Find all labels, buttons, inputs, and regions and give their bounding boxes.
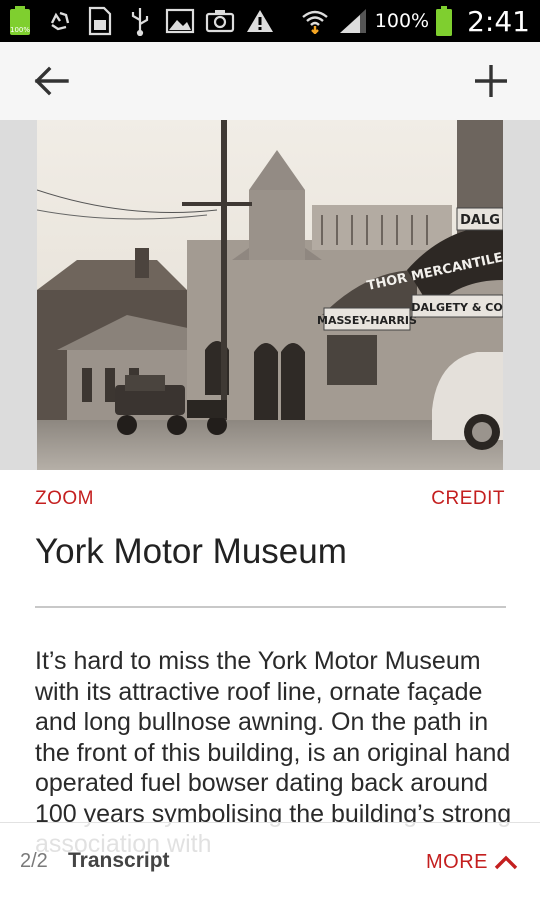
chevron-up-icon: [494, 855, 518, 870]
sign-dalgety: DALGETY & CO: [411, 301, 502, 314]
divider: [35, 606, 506, 608]
battery-icon: [435, 5, 453, 37]
sign-massey-harris: MASSEY-HARRIS: [317, 314, 417, 327]
battery-full-icon: 100%: [4, 5, 36, 37]
clock: 2:41: [467, 4, 530, 38]
page-title: York Motor Museum: [35, 532, 347, 571]
more-button[interactable]: MORE: [426, 847, 518, 877]
battery-percent: 100%: [374, 10, 430, 32]
photo-container: MASSEY-HARRIS THOR MERCANTILE AGENT DALG…: [0, 120, 540, 470]
add-button[interactable]: [466, 56, 516, 106]
toolbar: [0, 42, 540, 120]
zoom-link[interactable]: ZOOM: [35, 488, 94, 510]
bottom-bar: 2/2 Transcript MORE: [0, 822, 540, 900]
arrow-left-icon: [34, 66, 69, 96]
credit-link[interactable]: CREDIT: [431, 488, 505, 510]
transcript-label: Transcript: [68, 849, 170, 872]
sign-dalg: DALG: [460, 213, 500, 228]
museum-photo[interactable]: MASSEY-HARRIS THOR MERCANTILE AGENT DALG…: [37, 120, 503, 470]
camera-icon: [204, 5, 236, 37]
notification-icons: 100%: [4, 4, 276, 38]
image-icon: [164, 5, 196, 37]
usb-icon: [124, 5, 156, 37]
back-button[interactable]: [26, 56, 76, 106]
recycle-icon: [44, 5, 76, 37]
status-bar: 100% 100% 2:41: [0, 0, 540, 42]
wifi-icon: [299, 5, 331, 37]
system-icons: 100% 2:41: [299, 0, 530, 42]
mini-battery-label: 100%: [10, 26, 30, 34]
page-indicator: 2/2: [20, 850, 48, 872]
plus-icon: [475, 65, 507, 97]
signal-icon: [337, 5, 369, 37]
warning-icon: [244, 5, 276, 37]
more-label: MORE: [426, 850, 488, 873]
sd-card-icon: [84, 5, 116, 37]
